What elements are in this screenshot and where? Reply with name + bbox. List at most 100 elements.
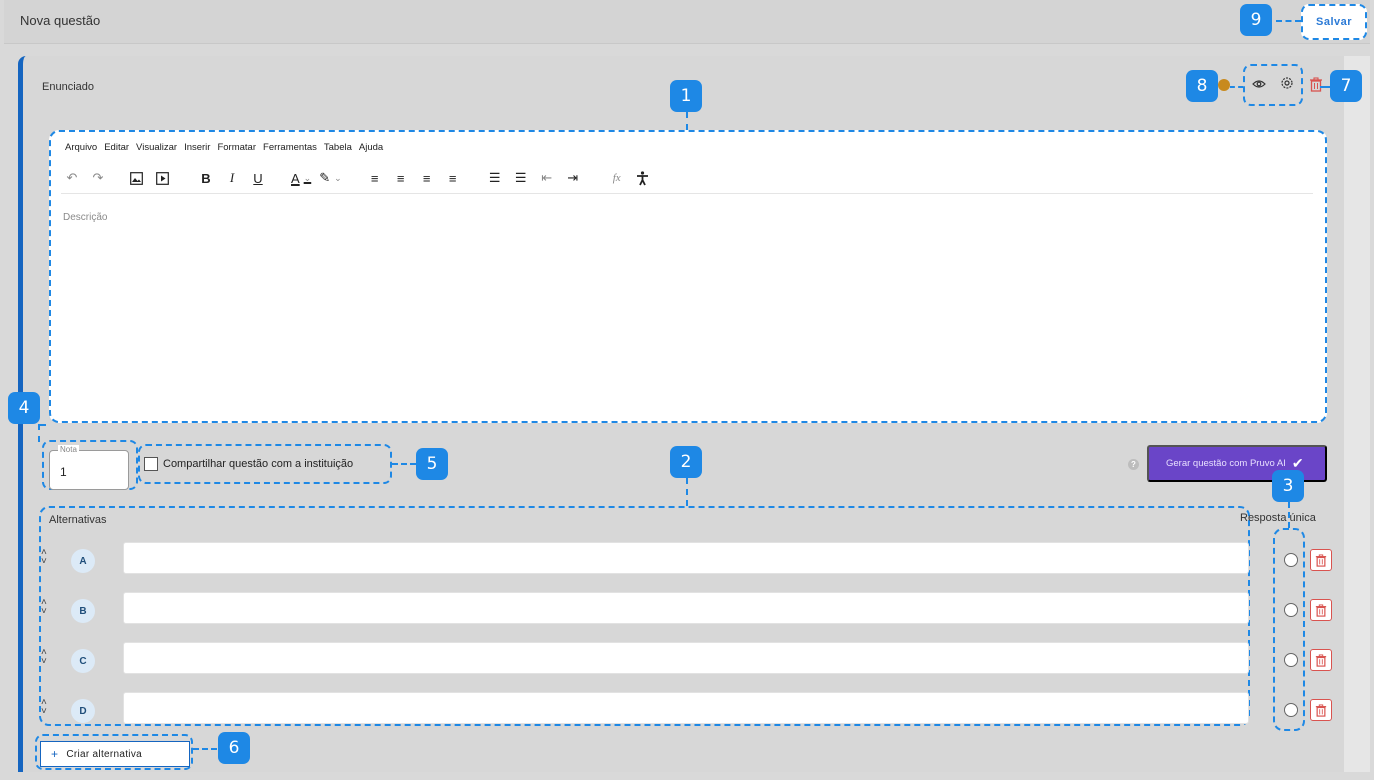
- italic-icon[interactable]: I: [223, 168, 241, 188]
- bullet-list-icon[interactable]: ☰: [486, 168, 504, 188]
- callout-connector: [1276, 20, 1301, 22]
- grade-field[interactable]: Nota 1: [49, 445, 129, 490]
- menu-inserir[interactable]: Inserir: [184, 142, 210, 153]
- editor-menubar: Arquivo Editar Visualizar Inserir Format…: [65, 142, 390, 153]
- align-justify-icon[interactable]: ≡: [444, 168, 462, 188]
- delete-alternative-button[interactable]: [1310, 649, 1332, 671]
- generate-ai-label: Gerar questão com Pruvo AI: [1166, 458, 1286, 469]
- accessibility-icon[interactable]: [634, 168, 652, 188]
- numbered-list-icon[interactable]: ☰: [512, 168, 530, 188]
- delete-alternative-button[interactable]: [1310, 599, 1332, 621]
- menu-arquivo[interactable]: Arquivo: [65, 142, 97, 153]
- reorder-handle-icon[interactable]: ˄ ˅: [41, 698, 47, 717]
- grade-field-wrapper: Nota 1: [42, 440, 138, 490]
- alternatives-section: Alternativas ˄ ˅ A ˄ ˅ B ˄ ˅ C ˄ ˅ D: [39, 506, 1250, 726]
- description-placeholder: Descrição: [63, 212, 108, 223]
- menu-tabela[interactable]: Tabela: [324, 142, 352, 153]
- eye-icon[interactable]: [1252, 76, 1266, 94]
- outdent-icon[interactable]: ⇤: [538, 168, 556, 188]
- callout-badge-8: 8: [1186, 70, 1218, 102]
- trash-icon: [1315, 603, 1327, 617]
- add-alternative-wrapper: + Criar alternativa: [35, 734, 193, 770]
- grade-value: 1: [60, 465, 67, 479]
- alternative-input[interactable]: [123, 692, 1249, 724]
- question-actions: [1243, 64, 1303, 106]
- callout-connector: [1288, 502, 1290, 528]
- share-checkbox[interactable]: [144, 457, 158, 471]
- share-label[interactable]: Compartilhar questão com a instituição: [163, 458, 353, 470]
- callout-badge-4: 4: [8, 392, 40, 424]
- alternative-input[interactable]: [123, 592, 1249, 624]
- rich-text-editor[interactable]: Arquivo Editar Visualizar Inserir Format…: [49, 130, 1327, 423]
- text-color-icon[interactable]: A ⌄: [291, 168, 311, 188]
- list-item: ˄ ˅ C: [41, 642, 1252, 674]
- share-option: Compartilhar questão com a instituição: [138, 444, 392, 484]
- alternative-input[interactable]: [123, 642, 1249, 674]
- alternative-letter: D: [71, 699, 95, 723]
- callout-connector: [1320, 86, 1330, 88]
- add-alternative-button[interactable]: + Criar alternativa: [40, 741, 190, 767]
- page-title: Nova questão: [20, 13, 101, 28]
- callout-badge-7: 7: [1330, 70, 1362, 102]
- correct-radio-a[interactable]: [1284, 553, 1298, 567]
- list-item: ˄ ˅ B: [41, 592, 1252, 624]
- alternative-letter: A: [71, 549, 95, 573]
- underline-icon[interactable]: U: [249, 168, 267, 188]
- correct-radio-c[interactable]: [1284, 653, 1298, 667]
- save-button[interactable]: Salvar: [1301, 4, 1367, 40]
- menu-formatar[interactable]: Formatar: [217, 142, 256, 153]
- image-icon[interactable]: [127, 168, 145, 188]
- menu-visualizar[interactable]: Visualizar: [136, 142, 177, 153]
- statement-label: Enunciado: [42, 81, 94, 93]
- callout-connector: [38, 424, 46, 442]
- callout-badge-3: 3: [1272, 470, 1304, 502]
- callout-badge-2: 2: [670, 446, 702, 478]
- trash-icon: [1315, 553, 1327, 567]
- delete-alternative-button[interactable]: [1310, 699, 1332, 721]
- formula-icon[interactable]: fx: [608, 168, 626, 188]
- align-center-icon[interactable]: ≡: [392, 168, 410, 188]
- callout-connector: [686, 112, 688, 130]
- grade-label: Nota: [58, 445, 79, 454]
- undo-icon[interactable]: ↶: [63, 168, 81, 188]
- redo-icon[interactable]: ↷: [89, 168, 107, 188]
- reorder-handle-icon[interactable]: ˄ ˅: [41, 598, 47, 617]
- correct-radio-d[interactable]: [1284, 703, 1298, 717]
- indent-icon[interactable]: ⇥: [564, 168, 582, 188]
- reorder-handle-icon[interactable]: ˄ ˅: [41, 548, 47, 567]
- callout-badge-5: 5: [416, 448, 448, 480]
- plus-icon: +: [51, 747, 59, 761]
- align-right-icon[interactable]: ≡: [418, 168, 436, 188]
- callout-connector: [686, 478, 688, 506]
- callout-badge-1: 1: [670, 80, 702, 112]
- callout-connector: [392, 463, 416, 465]
- callout-badge-6: 6: [218, 732, 250, 764]
- reorder-handle-icon[interactable]: ˄ ˅: [41, 648, 47, 667]
- callout-connector: [193, 748, 217, 750]
- top-bar: Nova questão: [4, 0, 1370, 44]
- menu-ferramentas[interactable]: Ferramentas: [263, 142, 317, 153]
- media-icon[interactable]: [153, 168, 171, 188]
- callout-badge-9: 9: [1240, 4, 1272, 36]
- card-scroll-area: [1344, 56, 1370, 772]
- help-icon[interactable]: ?: [1128, 459, 1139, 470]
- toolbar-divider: [61, 193, 1313, 194]
- status-dot: [1218, 79, 1230, 91]
- alternative-input[interactable]: [123, 542, 1249, 574]
- alternatives-label: Alternativas: [49, 514, 107, 526]
- delete-alternative-button[interactable]: [1310, 549, 1332, 571]
- gear-icon[interactable]: [1280, 76, 1294, 95]
- alternative-letter: B: [71, 599, 95, 623]
- correct-answer-column: [1273, 528, 1305, 731]
- highlight-icon[interactable]: ✎ ⌄: [319, 168, 341, 188]
- correct-radio-b[interactable]: [1284, 603, 1298, 617]
- menu-ajuda[interactable]: Ajuda: [359, 142, 383, 153]
- callout-connector: [1230, 86, 1243, 88]
- bold-icon[interactable]: B: [197, 168, 215, 188]
- add-alternative-label: Criar alternativa: [66, 748, 142, 760]
- menu-editar[interactable]: Editar: [104, 142, 129, 153]
- trash-icon: [1315, 653, 1327, 667]
- align-left-icon[interactable]: ≡: [366, 168, 384, 188]
- editor-toolbar: ↶ ↷ B I U A ⌄ ✎ ⌄ ≡ ≡ ≡ ≡ ☰ ☰ ⇤ ⇥ fx: [63, 168, 660, 188]
- list-item: ˄ ˅ D: [41, 692, 1252, 724]
